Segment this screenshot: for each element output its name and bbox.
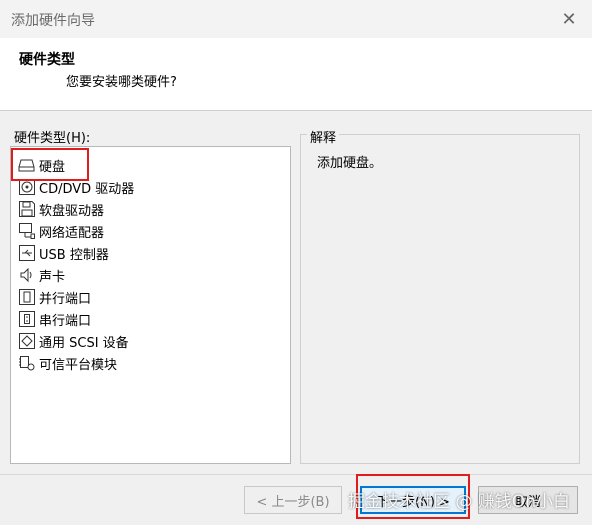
list-item-network-adapter[interactable]: 网络适配器	[18, 221, 104, 241]
usb-icon	[18, 245, 35, 262]
parallel-port-icon	[18, 289, 35, 306]
cd-dvd-icon	[18, 179, 35, 196]
back-button[interactable]: < 上一步(B)	[244, 486, 342, 514]
scsi-icon	[18, 333, 35, 350]
page-title: 硬件类型	[19, 52, 75, 68]
hardware-type-list[interactable]: 硬盘 CD/DVD 驱动器 软盘驱动器 网络适配器 USB 控制器 声卡 并行端…	[10, 146, 291, 464]
close-icon: ✕	[561, 8, 577, 30]
description-legend: 解释	[307, 127, 340, 146]
network-adapter-icon	[18, 223, 35, 240]
list-item-label: CD/DVD 驱动器	[39, 181, 135, 197]
list-item-serial-port[interactable]: 串行端口	[18, 309, 91, 329]
list-item-label: 可信平台模块	[39, 357, 118, 373]
list-item-label: 网络适配器	[39, 225, 105, 241]
list-item-label: 通用 SCSI 设备	[39, 335, 129, 351]
list-item-scsi[interactable]: 通用 SCSI 设备	[18, 331, 129, 351]
page-subtitle: 您要安装哪类硬件?	[66, 75, 177, 90]
hardware-type-label: 硬件类型(H):	[14, 131, 91, 146]
description-text: 添加硬盘。	[317, 156, 383, 171]
description-group: 解释 添加硬盘。	[300, 127, 580, 464]
next-button[interactable]: 下一步(N) >	[360, 486, 466, 514]
footer-divider	[0, 474, 592, 475]
list-item-label: USB 控制器	[39, 247, 109, 263]
wizard-header: 硬件类型 您要安装哪类硬件?	[0, 38, 592, 111]
list-item-label: 并行端口	[39, 291, 92, 307]
title-bar: 添加硬件向导 ✕	[0, 0, 592, 38]
cancel-button[interactable]: 取消	[478, 486, 578, 514]
list-item-label: 软盘驱动器	[39, 203, 105, 219]
list-item-tpm[interactable]: 可信平台模块	[18, 353, 117, 373]
list-item-label: 硬盘	[39, 159, 66, 175]
list-item-cd-dvd[interactable]: CD/DVD 驱动器	[18, 177, 134, 197]
close-button[interactable]: ✕	[554, 4, 584, 34]
speaker-icon	[18, 267, 35, 284]
list-item-parallel-port[interactable]: 并行端口	[18, 287, 91, 307]
list-item-hard-disk[interactable]: 硬盘	[18, 155, 65, 175]
window-title: 添加硬件向导	[11, 13, 95, 29]
list-item-usb[interactable]: USB 控制器	[18, 243, 109, 263]
list-item-sound-card[interactable]: 声卡	[18, 265, 65, 285]
list-item-floppy[interactable]: 软盘驱动器	[18, 199, 104, 219]
serial-port-icon	[18, 311, 35, 328]
tpm-icon	[18, 355, 35, 372]
list-item-label: 声卡	[39, 269, 66, 285]
list-item-label: 串行端口	[39, 313, 92, 329]
hard-disk-icon	[18, 157, 35, 174]
floppy-icon	[18, 201, 35, 218]
